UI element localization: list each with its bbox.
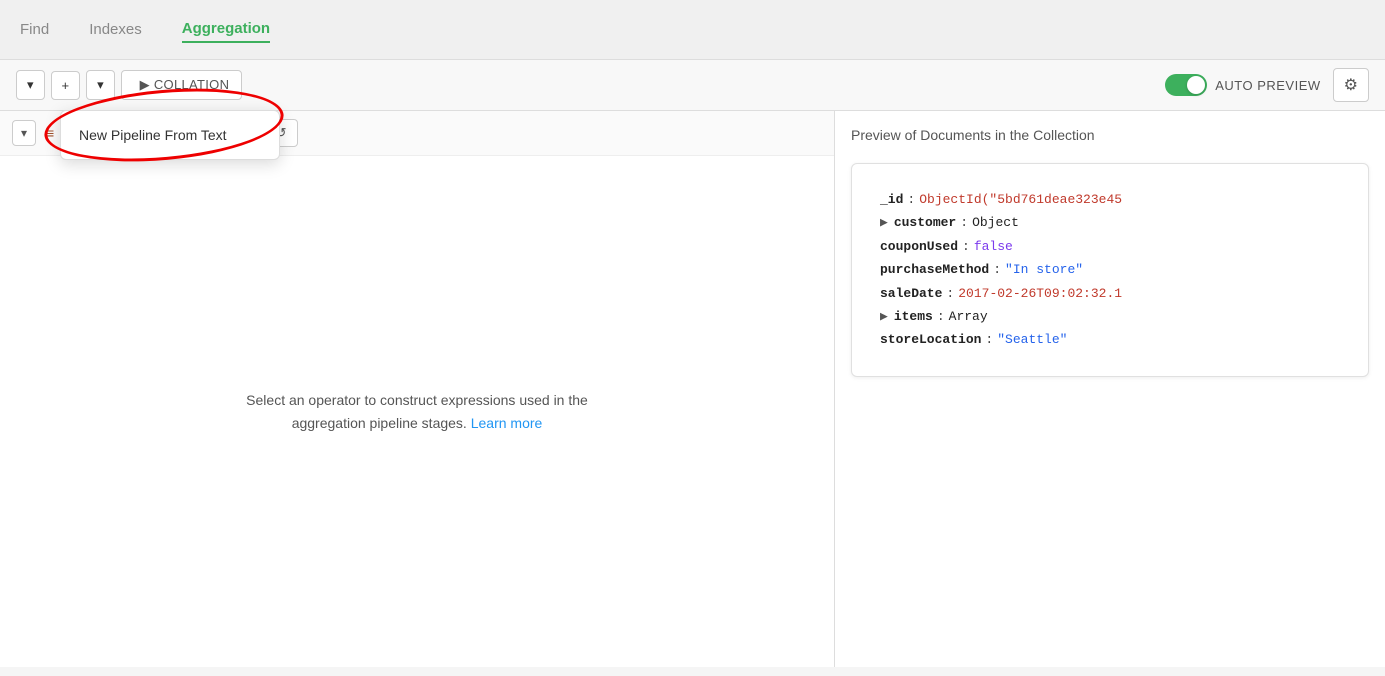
date-key: saleDate xyxy=(880,282,942,305)
add-stage-button[interactable]: + xyxy=(51,71,81,100)
empty-state-area: Select an operator to construct expressi… xyxy=(0,156,834,667)
expand-items-icon[interactable]: ▶ xyxy=(880,305,888,328)
empty-state-text: Select an operator to construct expressi… xyxy=(217,389,617,434)
tab-find[interactable]: Find xyxy=(20,17,49,42)
stage-collapse-button[interactable]: ▾ xyxy=(12,120,36,146)
collation-button[interactable]: ▶ COLLATION xyxy=(121,70,243,100)
toolbar: ▾ + ▾ ▶ COLLATION New Pipeline From Text… xyxy=(0,60,1385,111)
location-value: "Seattle" xyxy=(997,328,1067,351)
customer-value: Object xyxy=(972,211,1019,234)
collection-icon: ≡ xyxy=(46,125,54,141)
coupon-key: couponUsed xyxy=(880,235,958,258)
doc-line-method: purchaseMethod : "In store" xyxy=(880,258,1340,281)
new-pipeline-from-text-item[interactable]: New Pipeline From Text xyxy=(61,117,279,153)
learn-more-link[interactable]: Learn more xyxy=(471,415,543,431)
coupon-value: false xyxy=(974,235,1013,258)
document-preview: _id : ObjectId("5bd761deae323e45 ▶ custo… xyxy=(851,163,1369,377)
add-stage-dropdown-button[interactable]: ▾ xyxy=(86,70,115,100)
chevron-icon: ▾ xyxy=(97,77,104,93)
collation-label: ▶ COLLATION xyxy=(140,77,230,93)
chevron-down-icon: ▾ xyxy=(21,126,27,140)
tab-aggregation[interactable]: Aggregation xyxy=(182,16,270,43)
toolbar-right: AUTO PREVIEW ⚙ xyxy=(1165,68,1369,102)
chevron-down-button[interactable]: ▾ xyxy=(16,70,45,100)
items-key: items xyxy=(894,305,933,328)
auto-preview-label: AUTO PREVIEW xyxy=(1215,78,1320,93)
doc-line-customer: ▶ customer : Object xyxy=(880,211,1340,234)
chevron-down-icon: ▾ xyxy=(27,77,34,93)
auto-preview-toggle[interactable] xyxy=(1165,74,1207,96)
method-key: purchaseMethod xyxy=(880,258,989,281)
settings-button[interactable]: ⚙ xyxy=(1333,68,1369,102)
gear-icon: ⚙ xyxy=(1344,77,1358,94)
location-key: storeLocation xyxy=(880,328,981,351)
doc-line-location: storeLocation : "Seattle" xyxy=(880,328,1340,351)
tab-bar: Find Indexes Aggregation xyxy=(0,0,1385,60)
doc-line-date: saleDate : 2017-02-26T09:02:32.1 xyxy=(880,282,1340,305)
auto-preview-toggle-wrap: AUTO PREVIEW xyxy=(1165,74,1320,96)
main-content: ▾ ≡ 5000 Documents in the Collection ↺ S… xyxy=(0,111,1385,667)
tab-indexes[interactable]: Indexes xyxy=(89,17,142,42)
doc-line-coupon: couponUsed : false xyxy=(880,235,1340,258)
right-panel: Preview of Documents in the Collection _… xyxy=(835,111,1385,667)
method-value: "In store" xyxy=(1005,258,1083,281)
id-key: _id xyxy=(880,188,903,211)
pipeline-dropdown-menu: New Pipeline From Text xyxy=(60,110,280,160)
items-value: Array xyxy=(949,305,988,328)
date-value: 2017-02-26T09:02:32.1 xyxy=(958,282,1122,305)
doc-line-id: _id : ObjectId("5bd761deae323e45 xyxy=(880,188,1340,211)
expand-customer-icon[interactable]: ▶ xyxy=(880,211,888,234)
left-panel: ▾ ≡ 5000 Documents in the Collection ↺ S… xyxy=(0,111,835,667)
id-value: ObjectId("5bd761deae323e45 xyxy=(919,188,1122,211)
doc-line-items: ▶ items : Array xyxy=(880,305,1340,328)
add-icon: + xyxy=(62,78,70,93)
customer-key: customer xyxy=(894,211,956,234)
right-panel-title: Preview of Documents in the Collection xyxy=(851,127,1369,151)
